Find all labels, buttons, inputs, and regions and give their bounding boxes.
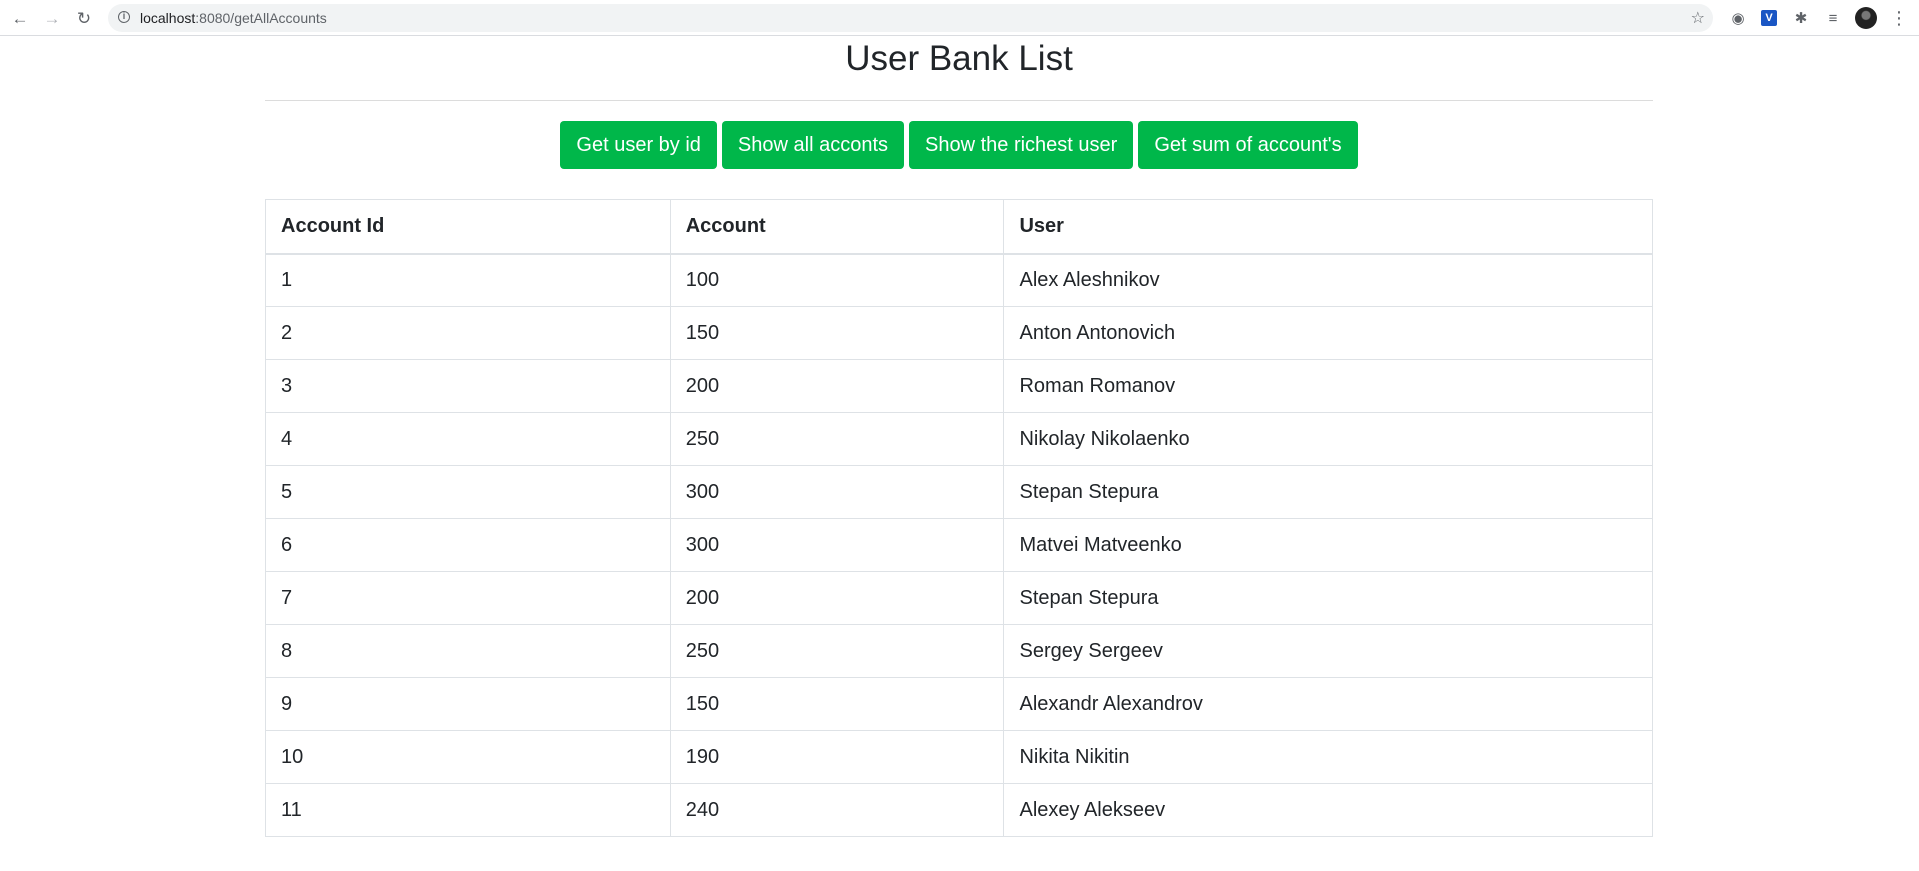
profile-avatar[interactable] (1855, 7, 1877, 29)
cell-user: Nikolay Nikolaenko (1003, 412, 1653, 466)
url-host: localhost (140, 10, 196, 26)
table-header-row: Account Id Account User (265, 199, 1653, 255)
cell-account-id: 10 (265, 730, 671, 784)
cell-user: Nikita Nikitin (1003, 730, 1653, 784)
cell-account-id: 6 (265, 518, 671, 572)
puzzle-icon[interactable]: ✱ (1791, 8, 1811, 28)
cell-account: 300 (669, 518, 1005, 572)
table-row: 4 250 Nikolay Nikolaenko (265, 412, 1653, 466)
cell-user: Alexandr Alexandrov (1003, 677, 1653, 731)
get-sum-of-accounts-button[interactable]: Get sum of account's (1138, 121, 1358, 169)
cell-user: Anton Antonovich (1003, 306, 1653, 360)
table-row: 3 200 Roman Romanov (265, 359, 1653, 413)
cell-account-id: 7 (265, 571, 671, 625)
cell-user: Alexey Alekseev (1003, 783, 1653, 837)
table-row: 9 150 Alexandr Alexandrov (265, 677, 1653, 731)
url-path: :8080/getAllAccounts (195, 10, 327, 26)
action-buttons: Get user by id Show all acconts Show the… (265, 121, 1653, 169)
address-bar[interactable]: i localhost:8080/getAllAccounts ☆ (108, 4, 1713, 32)
cell-user: Roman Romanov (1003, 359, 1653, 413)
cell-account-id: 5 (265, 465, 671, 519)
title-divider (265, 100, 1653, 101)
cell-account: 100 (669, 253, 1005, 307)
address-url[interactable]: localhost:8080/getAllAccounts (140, 10, 327, 26)
cell-user: Sergey Sergeev (1003, 624, 1653, 678)
cell-account: 250 (669, 412, 1005, 466)
cell-account-id: 1 (265, 253, 671, 307)
table-row: 2 150 Anton Antonovich (265, 306, 1653, 360)
table-row: 11 240 Alexey Alekseev (265, 783, 1653, 837)
table-row: 5 300 Stepan Stepura (265, 465, 1653, 519)
cell-account-id: 11 (265, 783, 671, 837)
back-arrow-icon[interactable]: ← (9, 7, 31, 29)
accounts-table: Account Id Account User 1 100 Alex Alesh… (265, 199, 1653, 837)
cell-account-id: 2 (265, 306, 671, 360)
more-menu-icon[interactable]: ⋮ (1890, 7, 1908, 29)
table-row: 10 190 Nikita Nikitin (265, 730, 1653, 784)
header-account-id: Account Id (265, 199, 671, 255)
extension-icon[interactable]: V (1759, 8, 1779, 28)
table-row: 1 100 Alex Aleshnikov (265, 253, 1653, 307)
cell-account-id: 8 (265, 624, 671, 678)
cell-user: Alex Aleshnikov (1003, 253, 1653, 307)
reload-icon[interactable]: ↻ (73, 7, 95, 29)
cell-account: 200 (669, 359, 1005, 413)
cell-account-id: 3 (265, 359, 671, 413)
cell-account: 190 (669, 730, 1005, 784)
cell-account-id: 4 (265, 412, 671, 466)
show-richest-user-button[interactable]: Show the richest user (909, 121, 1134, 169)
cell-account-id: 9 (265, 677, 671, 731)
star-icon[interactable]: ☆ (1691, 8, 1705, 28)
header-user: User (1003, 199, 1653, 255)
cell-account: 250 (669, 624, 1005, 678)
table-row: 6 300 Matvei Matveenko (265, 518, 1653, 572)
cell-user: Matvei Matveenko (1003, 518, 1653, 572)
browser-toolbar: ← → ↻ i localhost:8080/getAllAccounts ☆ … (0, 0, 1919, 36)
cell-account: 150 (669, 677, 1005, 731)
reading-list-icon[interactable]: ≡ (1823, 8, 1843, 28)
cell-user: Stepan Stepura (1003, 571, 1653, 625)
get-user-by-id-button[interactable]: Get user by id (560, 121, 717, 169)
forward-arrow-icon[interactable]: → (41, 7, 63, 29)
table-row: 8 250 Sergey Sergeev (265, 624, 1653, 678)
cell-account: 240 (669, 783, 1005, 837)
info-icon[interactable]: i (118, 11, 130, 23)
header-account: Account (669, 199, 1005, 255)
cell-user: Stepan Stepura (1003, 465, 1653, 519)
show-all-accounts-button[interactable]: Show all acconts (721, 121, 904, 169)
page-content: User Bank List Get user by id Show all a… (265, 37, 1653, 837)
cell-account: 200 (669, 571, 1005, 625)
globe-icon[interactable]: ◉ (1728, 8, 1748, 28)
table-row: 7 200 Stepan Stepura (265, 571, 1653, 625)
cell-account: 150 (669, 306, 1005, 360)
cell-account: 300 (669, 465, 1005, 519)
page-title: User Bank List (845, 39, 1073, 78)
